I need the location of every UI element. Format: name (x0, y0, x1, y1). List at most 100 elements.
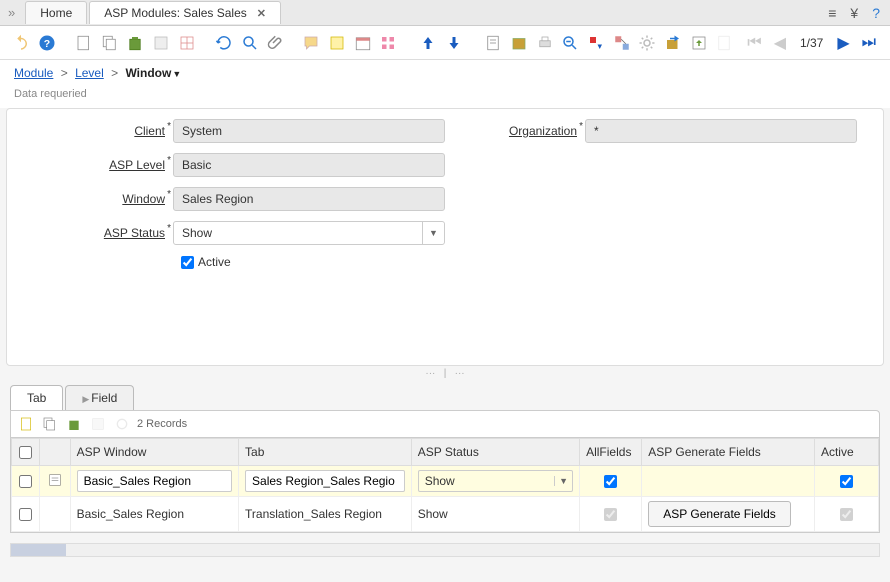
header-asp-window[interactable]: ASP Window (70, 439, 238, 466)
client-field[interactable] (173, 119, 445, 143)
cell-asp-window[interactable] (77, 470, 232, 492)
triangle-right-icon: ▶ (82, 394, 89, 404)
refresh-icon[interactable] (214, 32, 236, 54)
chevron-down-double-icon[interactable]: ¥ (850, 5, 858, 21)
status-message: Data requeried (0, 86, 890, 108)
row-checkbox[interactable] (19, 508, 32, 521)
window-field[interactable] (173, 187, 445, 211)
next-record-icon[interactable]: ▶ (833, 33, 853, 53)
tab-home[interactable]: Home (25, 1, 87, 24)
edit-detail-icon[interactable] (41, 415, 59, 433)
form-panel: Client* Organization* ASP Level* Window*… (6, 108, 884, 366)
breadcrumb: Module > Level > Window▼ (0, 60, 890, 86)
client-label: Client* (17, 124, 173, 138)
delete-record-icon[interactable] (125, 32, 147, 54)
gear-icon[interactable] (637, 32, 659, 54)
process-red-icon[interactable] (585, 32, 607, 54)
cell-asp-window: Basic_Sales Region (70, 497, 238, 532)
header-active[interactable]: Active (814, 439, 878, 466)
calendar-icon[interactable] (352, 32, 374, 54)
doc-faded-icon[interactable] (714, 32, 736, 54)
breadcrumb-module[interactable]: Module (14, 66, 53, 80)
table-row[interactable]: Basic_Sales Region Translation_Sales Reg… (12, 497, 879, 532)
first-record-icon[interactable]: ⏮ (743, 34, 765, 52)
note-icon[interactable] (326, 32, 348, 54)
generate-fields-button[interactable]: ASP Generate Fields (648, 501, 791, 527)
zoom-out-icon[interactable] (559, 32, 581, 54)
refresh-detail-icon[interactable] (113, 415, 131, 433)
save-detail-icon[interactable] (89, 415, 107, 433)
save-record-icon[interactable] (150, 32, 172, 54)
tab-tab[interactable]: Tab (10, 385, 63, 410)
chat-icon[interactable] (301, 32, 323, 54)
arrow-down-icon[interactable] (443, 32, 465, 54)
grid-icon[interactable] (378, 32, 400, 54)
organization-label: Organization* (505, 124, 585, 138)
page-counter: 1/37 (800, 36, 823, 50)
breadcrumb-level[interactable]: Level (75, 66, 104, 80)
tab-asp-modules-label: ASP Modules: Sales Sales (104, 6, 247, 20)
detail-toolbar: 2 Records (10, 410, 880, 437)
header-edit (39, 439, 70, 466)
edit-row-icon[interactable] (47, 472, 63, 488)
cell-active-checkbox[interactable] (840, 475, 853, 488)
tab-home-label: Home (40, 6, 72, 20)
close-tab-icon[interactable]: ✕ (257, 7, 266, 20)
asp-status-value: Show (174, 226, 422, 240)
copy-record-icon[interactable] (99, 32, 121, 54)
asp-level-field[interactable] (173, 153, 445, 177)
top-tab-bar: » Home ASP Modules: Sales Sales ✕ ≡ ¥ ? (0, 0, 890, 26)
asp-status-label: ASP Status* (17, 226, 173, 240)
new-detail-icon[interactable] (17, 415, 35, 433)
panel-splitter[interactable]: ··· | ··· (0, 366, 890, 381)
arrow-up-icon[interactable] (417, 32, 439, 54)
help-icon[interactable]: ? (36, 32, 58, 54)
tab-field[interactable]: ▶Field (65, 385, 134, 410)
delete-detail-icon[interactable] (65, 415, 83, 433)
last-record-icon[interactable]: ⏭ (858, 34, 880, 52)
import-icon[interactable] (688, 32, 710, 54)
report-icon[interactable] (482, 32, 504, 54)
breadcrumb-current[interactable]: Window (125, 66, 171, 80)
cell-asp-status: Show (411, 497, 579, 532)
header-gen-fields[interactable]: ASP Generate Fields (642, 439, 815, 466)
svg-text:?: ? (43, 37, 49, 49)
grid-toggle-icon[interactable] (176, 32, 198, 54)
archive-icon[interactable] (508, 32, 530, 54)
attachment-icon[interactable] (265, 32, 287, 54)
cell-asp-status-select[interactable]: Show ▼ (418, 470, 573, 492)
asp-status-select[interactable]: Show ▼ (173, 221, 445, 245)
print-icon[interactable] (534, 32, 556, 54)
scrollbar-thumb[interactable] (11, 544, 66, 556)
detail-grid: ASP Window Tab ASP Status AllFields ASP … (10, 437, 880, 533)
tab-asp-modules[interactable]: ASP Modules: Sales Sales ✕ (89, 1, 281, 24)
cell-active-checkbox (840, 508, 853, 521)
detail-tabs: Tab ▶Field (0, 385, 890, 410)
export-icon[interactable] (662, 32, 684, 54)
workflow-icon[interactable] (611, 32, 633, 54)
new-record-icon[interactable] (73, 32, 95, 54)
undo-icon[interactable] (10, 32, 32, 54)
asp-level-label: ASP Level* (17, 158, 173, 172)
horizontal-scrollbar[interactable] (10, 543, 880, 557)
window-label: Window* (17, 192, 173, 206)
cell-tab[interactable] (245, 470, 405, 492)
prev-record-icon[interactable]: ◀ (770, 33, 790, 53)
expand-sidebar-icon[interactable]: » (8, 5, 15, 20)
search-icon[interactable] (239, 32, 261, 54)
dropdown-icon[interactable]: ▼ (554, 476, 572, 486)
row-checkbox[interactable] (19, 475, 32, 488)
header-asp-status[interactable]: ASP Status (411, 439, 579, 466)
dropdown-icon[interactable]: ▼ (422, 222, 444, 244)
header-tab[interactable]: Tab (239, 439, 412, 466)
organization-field[interactable] (585, 119, 857, 143)
breadcrumb-dropdown-icon[interactable]: ▼ (172, 69, 181, 79)
table-row[interactable]: Show ▼ (12, 466, 879, 497)
menu-bars-icon[interactable]: ≡ (828, 5, 836, 21)
select-all-checkbox[interactable] (19, 446, 32, 459)
main-toolbar: ? ⏮ ◀ 1/37 ▶ ⏭ (0, 26, 890, 60)
active-checkbox[interactable] (181, 256, 194, 269)
header-all-fields[interactable]: AllFields (580, 439, 642, 466)
help-question-icon[interactable]: ? (872, 5, 880, 21)
cell-allfields-checkbox[interactable] (604, 475, 617, 488)
